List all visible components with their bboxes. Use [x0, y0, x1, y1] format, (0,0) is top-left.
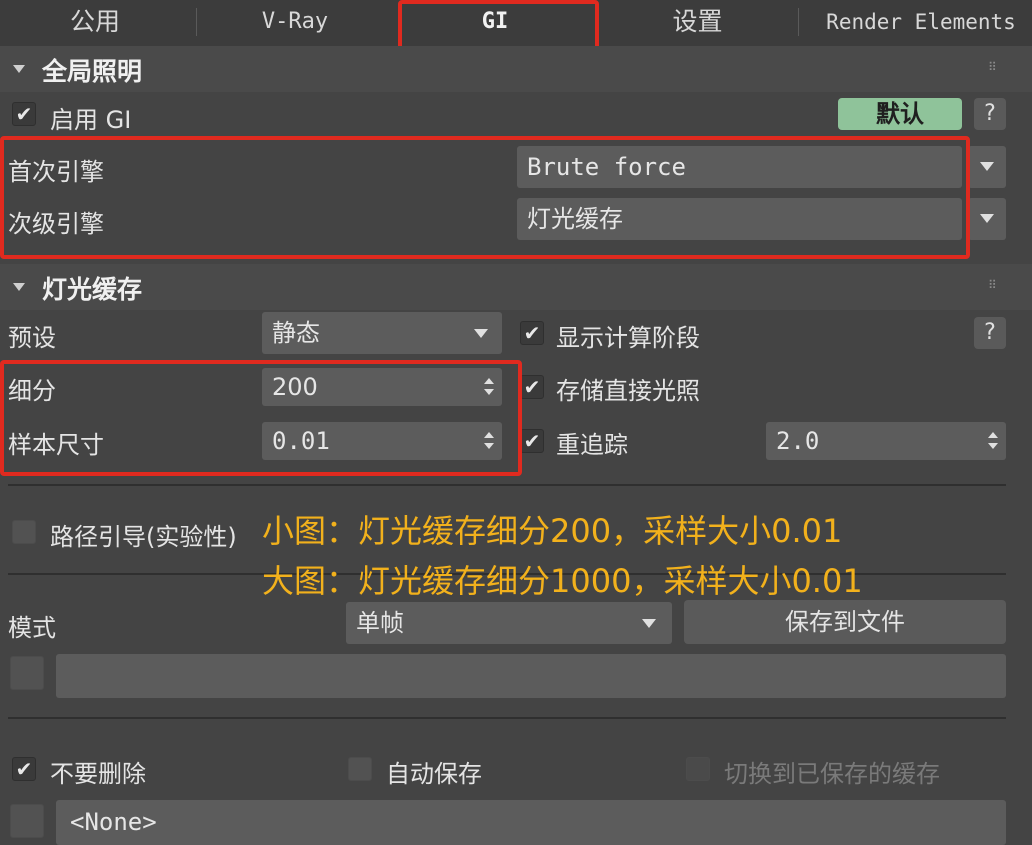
- dont-delete-checkbox[interactable]: ✔: [12, 757, 36, 781]
- tab-settings[interactable]: 设置: [620, 0, 775, 46]
- secondary-engine-dropdown-button[interactable]: [968, 198, 1006, 240]
- tab-render-elements[interactable]: Render Elements: [812, 0, 1030, 46]
- collapse-triangle-icon[interactable]: [13, 283, 25, 291]
- tab-common[interactable]: 公用: [20, 0, 170, 46]
- chevron-down-icon: [474, 329, 488, 338]
- retrace-label: 重追踪: [556, 431, 628, 459]
- tab-separator: [798, 8, 799, 36]
- divider: [8, 484, 1006, 486]
- file-path-field[interactable]: [56, 654, 1006, 698]
- annotation-line-2: 大图：灯光缓存细分1000，采样大小0.01: [262, 562, 863, 600]
- preset-dropdown[interactable]: 静态: [262, 312, 502, 354]
- gi-rollout-title: 全局照明: [42, 57, 143, 86]
- path-guiding-checkbox[interactable]: [12, 520, 36, 544]
- switch-to-saved-checkbox[interactable]: [686, 757, 710, 781]
- preset-value: 静态: [272, 319, 320, 347]
- enable-gi-checkbox[interactable]: ✔: [12, 102, 36, 126]
- chevron-down-icon: [642, 619, 656, 628]
- grip-icon[interactable]: ⠿: [988, 60, 1002, 74]
- show-calc-phase-label: 显示计算阶段: [556, 324, 700, 352]
- mode-value: 单帧: [356, 609, 404, 637]
- light-cache-rollout-title: 灯光缓存: [42, 275, 143, 304]
- spinner-up-icon[interactable]: [988, 432, 998, 438]
- primary-engine-dropdown-button[interactable]: [968, 146, 1006, 188]
- store-direct-light-label: 存储直接光照: [556, 377, 700, 405]
- file-toggle-checkbox[interactable]: [10, 804, 44, 838]
- tab-separator: [196, 8, 197, 36]
- cache-file-value: <None>: [70, 808, 157, 836]
- tab-vray[interactable]: V-Ray: [220, 0, 370, 46]
- preset-label: 预设: [8, 324, 56, 352]
- retrace-value: 2.0: [776, 427, 820, 455]
- show-calc-phase-checkbox[interactable]: ✔: [520, 321, 544, 345]
- retrace-spinner[interactable]: 2.0: [766, 422, 1006, 460]
- enable-gi-label: 启用 GI: [50, 106, 132, 134]
- dont-delete-label: 不要删除: [50, 760, 146, 788]
- spinner-down-icon[interactable]: [988, 443, 998, 449]
- annotation-line-1: 小图：灯光缓存细分200，采样大小0.01: [262, 512, 843, 550]
- chevron-down-icon: [980, 162, 994, 171]
- mode-dropdown[interactable]: 单帧: [346, 602, 672, 644]
- auto-save-checkbox[interactable]: [348, 757, 372, 781]
- file-toggle-checkbox[interactable]: [10, 656, 44, 690]
- cache-file-field[interactable]: <None>: [56, 800, 1006, 845]
- light-cache-help-button[interactable]: ?: [974, 317, 1006, 349]
- light-cache-rollout-header[interactable]: 灯光缓存 ⠿: [0, 264, 1032, 310]
- engine-highlight: [0, 136, 970, 259]
- grip-icon[interactable]: ⠿: [988, 278, 1002, 292]
- auto-save-label: 自动保存: [386, 760, 482, 788]
- gi-rollout-header[interactable]: 全局照明 ⠿: [0, 46, 1032, 92]
- chevron-down-icon: [980, 214, 994, 223]
- retrace-checkbox[interactable]: ✔: [520, 429, 544, 453]
- collapse-triangle-icon[interactable]: [13, 65, 25, 73]
- default-button[interactable]: 默认: [838, 98, 962, 130]
- path-guiding-label: 路径引导(实验性): [50, 523, 237, 551]
- store-direct-light-checkbox[interactable]: ✔: [520, 375, 544, 399]
- divider: [8, 717, 1006, 719]
- save-to-file-button[interactable]: 保存到文件: [684, 600, 1006, 644]
- mode-label: 模式: [8, 614, 56, 642]
- subdivs-highlight: [0, 360, 522, 476]
- gi-help-button[interactable]: ?: [974, 98, 1006, 130]
- switch-to-saved-label: 切换到已保存的缓存: [724, 760, 940, 788]
